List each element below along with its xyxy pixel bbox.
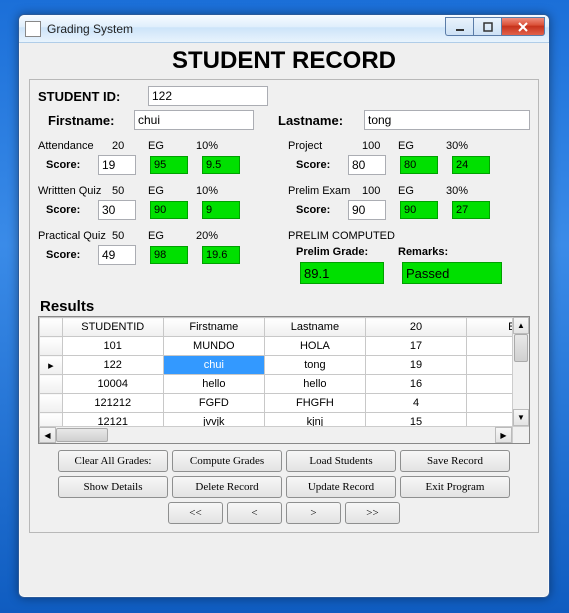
selected-cell: chui [163, 356, 264, 375]
writtenquiz-pct: 10% [196, 185, 218, 197]
compute-grades-button[interactable]: Compute Grades [172, 450, 282, 472]
page-title: STUDENT RECORD [29, 47, 539, 75]
main-panel: STUDENT ID: Firstname: Lastname: Attenda… [29, 79, 539, 533]
app-icon [25, 21, 41, 37]
attendance-max: 20 [112, 140, 148, 152]
writtenquiz-score-lbl: Score: [46, 204, 94, 216]
practicalquiz-score-lbl: Score: [46, 249, 94, 261]
project-eg-lbl: EG [398, 140, 446, 152]
horizontal-scrollbar[interactable]: ◀ ▶ [39, 426, 512, 443]
writtenquiz-eg-box: 90 [150, 201, 188, 219]
grid-header-row: STUDENTID Firstname Lastname 20 EG [40, 318, 529, 337]
attendance-name: Attendance [38, 140, 112, 152]
prelimexam-score-lbl: Score: [296, 204, 344, 216]
firstname-label: Firstname: [48, 113, 130, 128]
practicalquiz-wt-box: 19.6 [202, 246, 240, 264]
practicalquiz-eg-lbl: EG [148, 230, 196, 242]
lastname-input[interactable] [364, 110, 530, 130]
attendance-section: Attendance 20 EG 10% Score: 95 9.5 [38, 140, 280, 175]
writtenquiz-max: 50 [112, 185, 148, 197]
prelimexam-max: 100 [362, 185, 398, 197]
studentid-label: STUDENT ID: [38, 89, 144, 104]
writtenquiz-wt-box: 9 [202, 201, 240, 219]
practicalquiz-score-input[interactable] [98, 245, 136, 265]
prelimexam-eg-box: 90 [400, 201, 438, 219]
project-wt-box: 24 [452, 156, 490, 174]
writtenquiz-name: Writtten Quiz [38, 185, 112, 197]
prelimexam-section: Prelim Exam 100 EG 30% Score: 90 27 [288, 185, 530, 220]
table-row[interactable]: 101MUNDOHOLA1785 [40, 337, 529, 356]
scroll-up-icon[interactable]: ▲ [513, 317, 529, 334]
col-lastname[interactable]: Lastname [264, 318, 365, 337]
nav-last-button[interactable]: >> [345, 502, 400, 524]
prelimexam-wt-box: 27 [452, 201, 490, 219]
project-score-input[interactable] [348, 155, 386, 175]
writtenquiz-section: Writtten Quiz 50 EG 10% Score: 90 9 [38, 185, 280, 220]
writtenquiz-score-input[interactable] [98, 200, 136, 220]
project-eg-box: 80 [400, 156, 438, 174]
project-pct: 30% [446, 140, 468, 152]
practicalquiz-name: Practical Quiz [38, 230, 112, 242]
exit-program-button[interactable]: Exit Program [400, 476, 510, 498]
nav-first-button[interactable]: << [168, 502, 223, 524]
attendance-wt-box: 9.5 [202, 156, 240, 174]
minimize-button[interactable] [445, 17, 473, 36]
remarks-label: Remarks: [398, 246, 448, 258]
table-row[interactable]: 10004hellohello1680 [40, 375, 529, 394]
prelim-grade-box: 89.1 [300, 262, 384, 284]
prelimexam-score-input[interactable] [348, 200, 386, 220]
practicalquiz-pct: 20% [196, 230, 218, 242]
show-details-button[interactable]: Show Details [58, 476, 168, 498]
studentid-input[interactable] [148, 86, 268, 106]
prelim-computed-title: PRELIM COMPUTED [288, 230, 530, 242]
practicalquiz-section: Practical Quiz 50 EG 20% Score: 98 19.6 [38, 230, 280, 265]
scroll-down-icon[interactable]: ▼ [513, 409, 529, 426]
attendance-eg-box: 95 [150, 156, 188, 174]
project-section: Project 100 EG 30% Score: 80 24 [288, 140, 530, 175]
update-record-button[interactable]: Update Record [286, 476, 396, 498]
remarks-box: Passed [402, 262, 502, 284]
window-title: Grading System [47, 22, 133, 36]
attendance-score-input[interactable] [98, 155, 136, 175]
firstname-input[interactable] [134, 110, 254, 130]
scroll-right-icon[interactable]: ▶ [495, 427, 512, 443]
prelim-computed-section: PRELIM COMPUTED Prelim Grade: Remarks: 8… [288, 230, 530, 284]
table-row[interactable]: ▸122chuitong1995 [40, 356, 529, 375]
scroll-left-icon[interactable]: ◀ [39, 427, 56, 443]
lastname-label: Lastname: [278, 113, 360, 128]
nav-prev-button[interactable]: < [227, 502, 282, 524]
practicalquiz-max: 50 [112, 230, 148, 242]
hscroll-thumb[interactable] [56, 428, 108, 442]
project-score-lbl: Score: [296, 159, 344, 171]
vertical-scrollbar[interactable]: ▲ ▼ [512, 317, 529, 426]
prelimexam-pct: 30% [446, 185, 468, 197]
clear-all-grades-button[interactable]: Clear All Grades: [58, 450, 168, 472]
close-button[interactable] [501, 17, 545, 36]
table-row[interactable]: 121212FGFDFHGFH420 [40, 394, 529, 413]
titlebar[interactable]: Grading System [19, 15, 549, 43]
attendance-score-lbl: Score: [46, 159, 94, 171]
project-max: 100 [362, 140, 398, 152]
maximize-button[interactable] [473, 17, 501, 36]
delete-record-button[interactable]: Delete Record [172, 476, 282, 498]
attendance-pct: 10% [196, 140, 218, 152]
prelimexam-name: Prelim Exam [288, 185, 362, 197]
nav-next-button[interactable]: > [286, 502, 341, 524]
prelimexam-eg-lbl: EG [398, 185, 446, 197]
save-record-button[interactable]: Save Record [400, 450, 510, 472]
load-students-button[interactable]: Load Students [286, 450, 396, 472]
col-firstname[interactable]: Firstname [163, 318, 264, 337]
prelim-grade-label: Prelim Grade: [296, 246, 394, 258]
col-20[interactable]: 20 [365, 318, 466, 337]
col-studentid[interactable]: STUDENTID [62, 318, 163, 337]
app-window: Grading System STUDENT RECORD STUDENT ID… [18, 14, 550, 598]
practicalquiz-eg-box: 98 [150, 246, 188, 264]
project-name: Project [288, 140, 362, 152]
attendance-eg-lbl: EG [148, 140, 196, 152]
scroll-corner [512, 426, 529, 443]
results-grid[interactable]: STUDENTID Firstname Lastname 20 EG 101MU… [38, 316, 530, 444]
results-label: Results [40, 298, 530, 315]
vscroll-thumb[interactable] [514, 334, 528, 362]
writtenquiz-eg-lbl: EG [148, 185, 196, 197]
